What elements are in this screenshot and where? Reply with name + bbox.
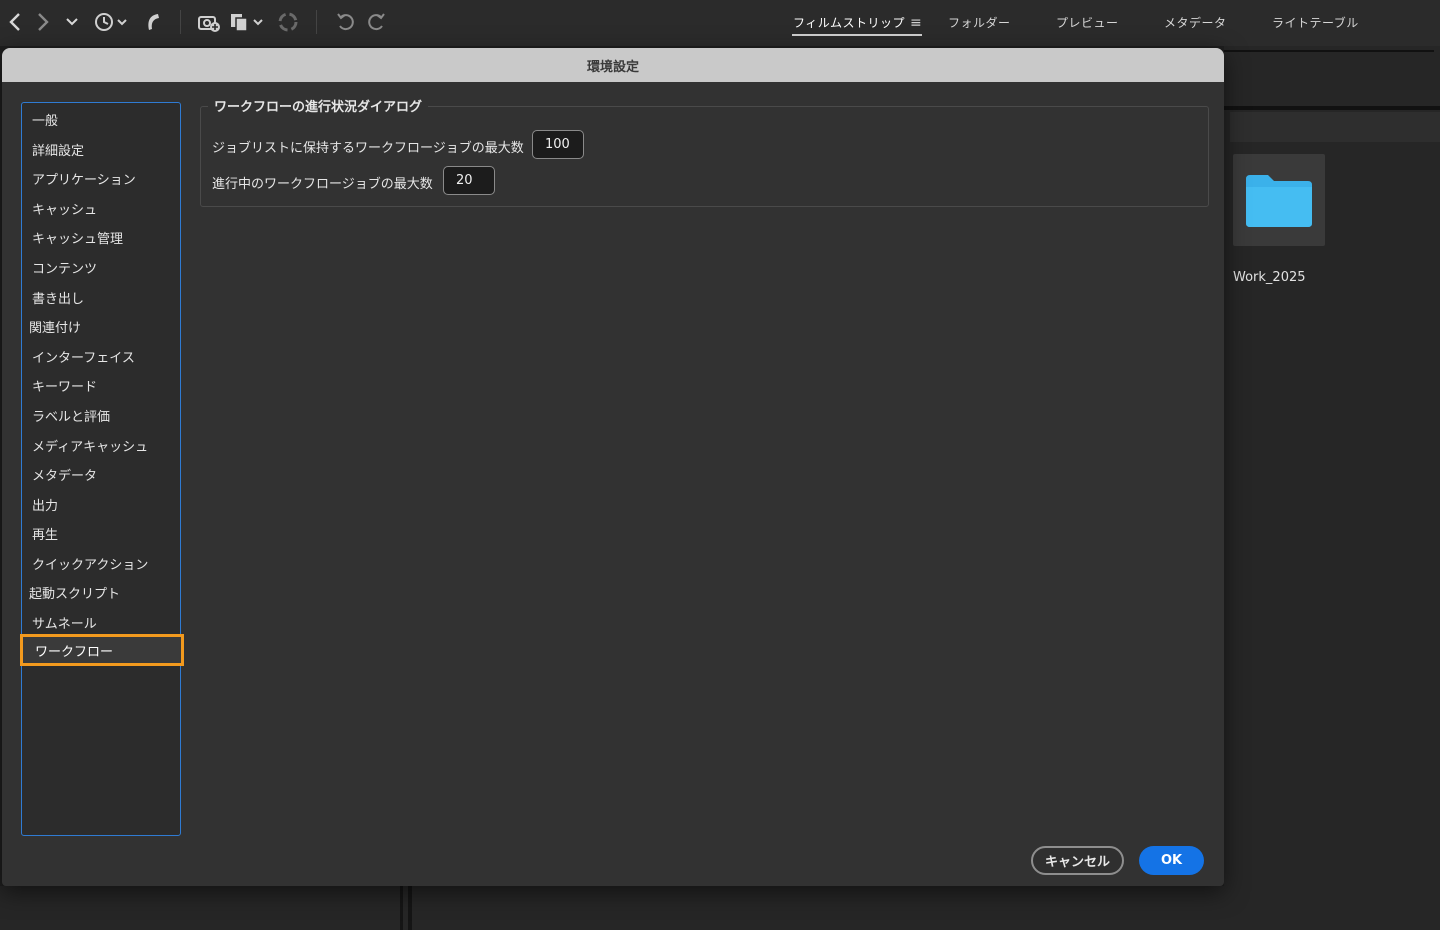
active-workspace-underline [792,34,922,36]
category-item-workflow[interactable]: ワークフロー [20,634,184,666]
redo-icon[interactable] [364,8,388,36]
dialog-title: 環境設定 [586,59,639,75]
folder-thumbnail[interactable] [1233,154,1325,246]
category-item-media-cache[interactable]: メディアキャッシュ [32,434,148,456]
preferences-dialog: 環境設定 一般 詳細設定 アプリケーション キャッシュ キャッシュ管理 コンテン… [2,48,1224,886]
workspace-tab-lighttable[interactable]: ライトテーブル [1272,14,1359,34]
camera-download-icon[interactable] [196,8,222,36]
max-jobs-in-list-label: ジョブリストに保持するワークフロージョブの最大数 [212,141,524,156]
category-item-cache[interactable]: キャッシュ [32,197,97,219]
category-item-metadata[interactable]: メタデータ [32,463,97,485]
category-item-thumbnails[interactable]: サムネール [32,611,97,633]
max-jobs-in-list-input[interactable] [532,130,584,159]
cancel-button[interactable]: キャンセル [1031,846,1124,875]
chevron-down-icon[interactable] [62,8,82,36]
refine-icon[interactable] [276,8,300,36]
ok-button[interactable]: OK [1139,846,1204,875]
category-item-labels[interactable]: ラベルと評価 [32,404,110,426]
app-toolbar: フィルムストリップ ≡ フォルダー プレビュー メタデータ ライトテーブル [0,0,1440,46]
category-item-general[interactable]: 一般 [32,108,58,130]
category-item-keywords[interactable]: キーワード [32,374,97,396]
folder-name[interactable]: Work_2025 [1233,270,1306,285]
category-item-interface[interactable]: インターフェイス [32,345,135,367]
category-item-application[interactable]: アプリケーション [32,167,136,189]
category-item-file-type-associations[interactable]: 関連付け [29,315,81,337]
category-item-content[interactable]: コンテンツ [32,256,97,278]
category-item-export[interactable]: 書き出し [32,286,84,308]
group-title: ワークフローの進行状況ダイアログ [208,96,429,115]
workspace-tab-folders[interactable]: フォルダー [948,14,1011,34]
workspace-tab-filmstrip[interactable]: フィルムストリップ [793,14,905,34]
category-list[interactable]: 一般 詳細設定 アプリケーション キャッシュ キャッシュ管理 コンテンツ 書き出… [20,102,184,836]
max-running-jobs-label: 進行中のワークフロージョブの最大数 [212,177,433,192]
category-item-startup-scripts[interactable]: 起動スクリプト [29,581,120,603]
back-arrow-icon[interactable] [4,8,26,36]
undo-icon[interactable] [334,8,358,36]
folder-icon [1246,175,1312,227]
max-running-jobs-input[interactable] [443,166,495,195]
category-item-advanced[interactable]: 詳細設定 [32,138,84,160]
category-item-output[interactable]: 出力 [32,493,58,515]
content-path-bar [1230,112,1440,142]
forward-arrow-icon[interactable] [32,8,54,36]
workspace-tab-metadata[interactable]: メタデータ [1164,14,1227,34]
copy-stack-icon[interactable] [228,8,268,36]
category-item-cache-management[interactable]: キャッシュ管理 [32,226,123,248]
history-icon[interactable] [90,8,130,36]
workspace-tab-preview[interactable]: プレビュー [1056,14,1119,34]
boomerang-icon[interactable] [140,8,164,36]
workspace-menu-icon[interactable]: ≡ [910,15,922,31]
category-item-playback[interactable]: 再生 [32,522,58,544]
category-item-quick-actions[interactable]: クイックアクション [32,552,148,574]
dialog-titlebar[interactable]: 環境設定 [2,48,1224,82]
